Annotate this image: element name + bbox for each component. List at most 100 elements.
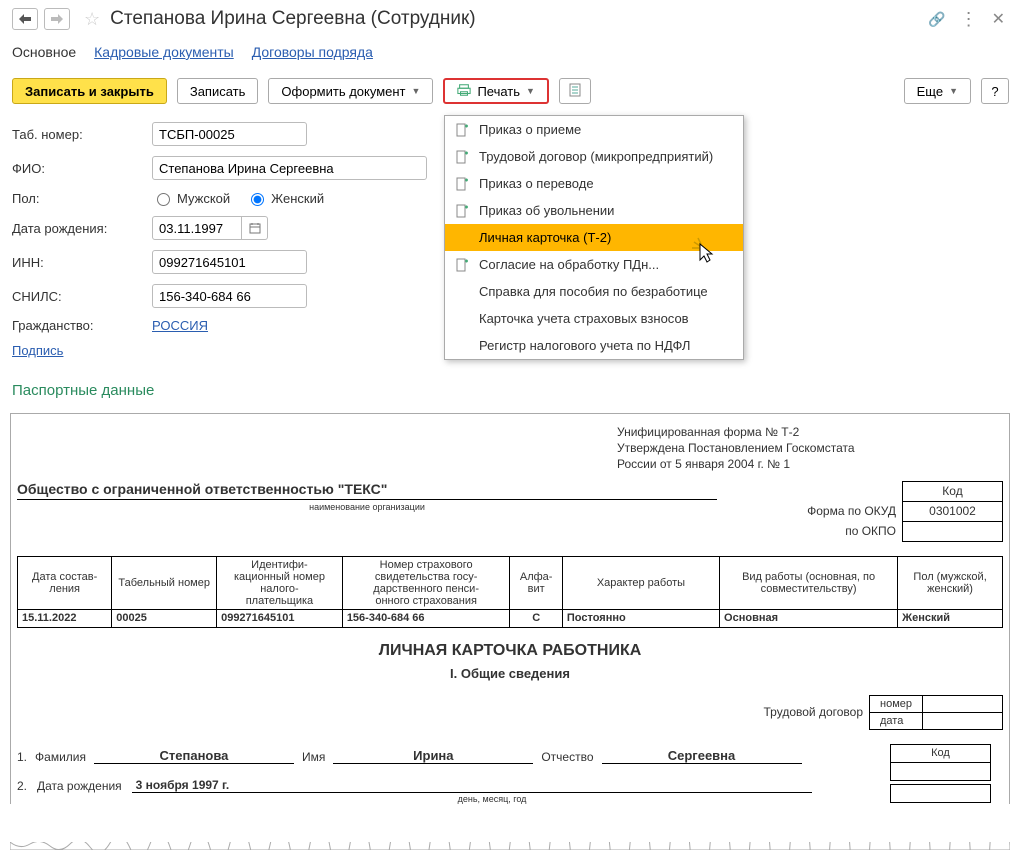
info-table-cell: 00025 — [112, 609, 217, 627]
chevron-down-icon: ▼ — [526, 86, 535, 96]
dob-sublabel: день, месяц, год — [152, 794, 832, 804]
inn-input[interactable] — [152, 250, 307, 274]
info-table-header: Пол (мужской, женский) — [898, 556, 1003, 609]
tabno-input[interactable] — [152, 122, 307, 146]
dob-input[interactable] — [152, 216, 242, 240]
contract-label: Трудовой договор — [764, 705, 863, 719]
dob-doc-label: Дата рождения — [37, 779, 122, 793]
contract-num-label: номер — [870, 695, 923, 712]
row-num: 2. — [17, 779, 27, 793]
more-button[interactable]: Еще ▼ — [904, 78, 971, 104]
fam-value: Степанова — [94, 748, 294, 764]
menu-item-label: Регистр налогового учета по НДФЛ — [479, 338, 690, 353]
document-plus-icon — [455, 258, 469, 272]
tab-hr-documents[interactable]: Кадровые документы — [94, 44, 234, 60]
nav-forward-button[interactable] — [44, 8, 70, 30]
print-menu-item[interactable]: Приказ о приеме — [445, 116, 743, 143]
fio-label: ФИО: — [12, 161, 152, 176]
info-table-cell: Женский — [898, 609, 1003, 627]
favorite-star-icon[interactable]: ☆ — [84, 9, 100, 30]
dob-label: Дата рождения: — [12, 221, 152, 236]
tab-main[interactable]: Основное — [12, 44, 76, 60]
passport-section-header: Паспортные данные — [12, 382, 1009, 399]
tab-contracts[interactable]: Договоры подряда — [252, 44, 373, 60]
menu-item-label: Приказ о переводе — [479, 176, 594, 191]
snils-label: СНИЛС: — [12, 289, 152, 304]
info-table-cell: Постоянно — [562, 609, 719, 627]
print-menu-item[interactable]: Трудовой договор (микропредприятий) — [445, 143, 743, 170]
chevron-down-icon: ▼ — [949, 86, 958, 96]
name-label: Имя — [302, 750, 325, 764]
info-table-cell: 15.11.2022 — [18, 609, 112, 627]
snils-input[interactable] — [152, 284, 307, 308]
patr-value: Сергеевна — [602, 748, 802, 764]
signature-link[interactable]: Подпись — [12, 343, 63, 358]
create-document-button[interactable]: Оформить документ ▼ — [268, 78, 433, 104]
info-table-header: Вид работы (основная, по совместительств… — [720, 556, 898, 609]
citizenship-label: Гражданство: — [12, 318, 152, 333]
info-table-header: Алфа-вит — [510, 556, 562, 609]
info-table-cell: 156-340-684 66 — [342, 609, 510, 627]
print-menu-item[interactable]: Справка для пособия по безработице — [445, 278, 743, 305]
calendar-icon[interactable] — [242, 216, 268, 240]
gender-label: Пол: — [12, 191, 152, 206]
menu-item-label: Личная карточка (Т-2) — [479, 230, 611, 245]
contract-num-value — [923, 695, 1003, 712]
info-table-cell: С — [510, 609, 562, 627]
link-icon[interactable]: 🔗 — [928, 11, 945, 28]
info-table-header: Дата состав-ления — [18, 556, 112, 609]
form-header-line: Утверждена Постановлением Госкомстата — [617, 440, 1003, 456]
info-table-header: Идентифи-кационный номер налого-плательщ… — [217, 556, 343, 609]
code-header: Код — [903, 481, 1003, 501]
print-menu-item[interactable]: Приказ об увольнении — [445, 197, 743, 224]
document-plus-icon — [455, 177, 469, 191]
page-title: Степанова Ирина Сергеевна (Сотрудник) — [110, 8, 475, 30]
print-menu-item[interactable]: Приказ о переводе — [445, 170, 743, 197]
org-name: Общество с ограниченной ответственностью… — [17, 481, 795, 497]
save-button[interactable]: Записать — [177, 78, 259, 104]
fio-input[interactable] — [152, 156, 427, 180]
org-sublabel: наименование организации — [17, 502, 717, 512]
inn-label: ИНН: — [12, 255, 152, 270]
patr-label: Отчество — [541, 750, 593, 764]
save-and-close-button[interactable]: Записать и закрыть — [12, 78, 167, 104]
card-title: ЛИЧНАЯ КАРТОЧКА РАБОТНИКА — [17, 642, 1003, 660]
gender-female-radio[interactable]: Женский — [246, 190, 324, 206]
contract-date-label: дата — [870, 712, 923, 729]
chevron-down-icon: ▼ — [412, 86, 421, 96]
nav-back-button[interactable] — [12, 8, 38, 30]
print-menu-item[interactable]: Карточка учета страховых взносов — [445, 305, 743, 332]
name-value: Ирина — [333, 748, 533, 764]
document-plus-icon — [455, 123, 469, 137]
document-icon — [568, 83, 582, 100]
close-icon[interactable]: ✕ — [992, 9, 1005, 29]
info-table-header: Характер работы — [562, 556, 719, 609]
menu-item-label: Согласие на обработку ПДн... — [479, 257, 659, 272]
menu-item-label: Справка для пособия по безработице — [479, 284, 708, 299]
menu-item-label: Карточка учета страховых взносов — [479, 311, 689, 326]
okpo-label: по ОКПО — [803, 521, 903, 541]
dob-doc-value: 3 ноября 1997 г. — [132, 778, 812, 793]
info-table-cell: 099271645101 — [217, 609, 343, 627]
gender-male-radio[interactable]: Мужской — [152, 190, 230, 206]
info-table-header: Номер страхового свидетельства госу-дарс… — [342, 556, 510, 609]
report-button[interactable] — [559, 78, 591, 104]
document-plus-icon — [455, 150, 469, 164]
menu-item-label: Трудовой договор (микропредприятий) — [479, 149, 713, 164]
info-table-cell: Основная — [720, 609, 898, 627]
form-header-line: Унифицированная форма № Т-2 — [617, 424, 1003, 440]
citizenship-link[interactable]: РОССИЯ — [152, 318, 208, 333]
menu-item-label: Приказ о приеме — [479, 122, 581, 137]
t2-document: Унифицированная форма № Т-2 Утверждена П… — [10, 413, 1010, 804]
okud-label: Форма по ОКУД — [803, 501, 903, 521]
kod-cell — [891, 784, 991, 802]
print-menu-item[interactable]: Регистр налогового учета по НДФЛ — [445, 332, 743, 359]
row-num: 1. — [17, 750, 27, 764]
kebab-menu-icon[interactable]: ⋮ — [960, 9, 978, 30]
tabno-label: Таб. номер: — [12, 127, 152, 142]
cursor-icon — [692, 236, 720, 267]
info-table-header: Табельный номер — [112, 556, 217, 609]
document-plus-icon — [455, 204, 469, 218]
help-button[interactable]: ? — [981, 78, 1009, 104]
print-button[interactable]: Печать ▼ — [443, 78, 549, 104]
